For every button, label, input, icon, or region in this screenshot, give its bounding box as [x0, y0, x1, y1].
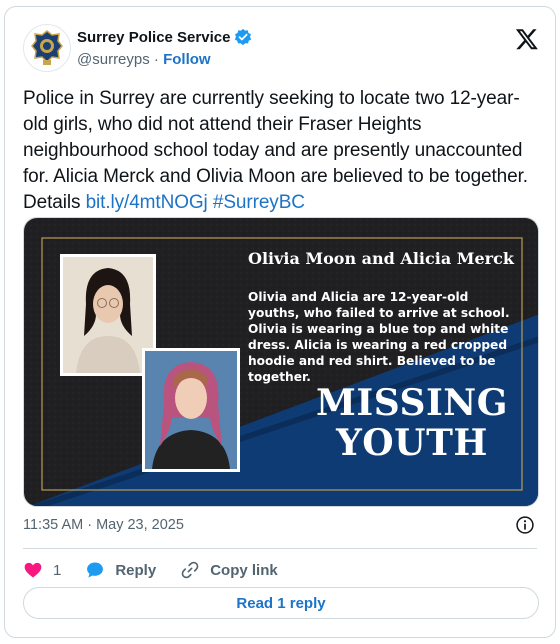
handle-separator: ·: [153, 51, 159, 68]
media-image[interactable]: Olivia Moon and Alicia Merck Olivia and …: [23, 217, 539, 507]
heart-icon: [24, 562, 42, 578]
reply-button[interactable]: Reply: [85, 560, 156, 580]
copy-link-button[interactable]: Copy link: [180, 560, 278, 580]
link-icon: [181, 561, 199, 579]
footer-divider: [23, 548, 537, 549]
copy-link-label: Copy link: [210, 561, 278, 579]
account-handle[interactable]: @surreyps: [77, 51, 150, 68]
action-bar: 1 Reply Copy link: [23, 556, 302, 584]
avatar[interactable]: [23, 24, 71, 72]
tweet-text: Police in Surrey are currently seeking t…: [23, 86, 543, 216]
police-badge-icon: [31, 30, 63, 65]
tweet-link[interactable]: bit.ly/4mtNOGj: [86, 192, 208, 213]
verified-badge-icon: [235, 28, 252, 46]
reply-label: Reply: [115, 561, 157, 579]
missing-youth-banner: MISSING YOUTH: [292, 383, 532, 463]
like-count: 1: [53, 561, 62, 579]
read-replies-button[interactable]: Read 1 reply: [23, 587, 539, 619]
account-display-name[interactable]: Surrey Police Service: [77, 29, 230, 46]
tweet-card: Surrey Police Service @surreyps · Follow…: [4, 6, 556, 638]
x-logo-icon[interactable]: [515, 27, 539, 51]
like-button[interactable]: 1: [23, 560, 61, 580]
handle-row: @surreyps · Follow: [77, 51, 211, 68]
banner-line-2: YOUTH: [336, 422, 488, 464]
banner-line-1: MISSING: [316, 382, 508, 424]
follow-button[interactable]: Follow: [163, 51, 211, 68]
poster-title: Olivia Moon and Alicia Merck: [248, 249, 514, 268]
account-name-row: Surrey Police Service: [77, 28, 252, 46]
reply-bubble-icon: [87, 562, 104, 578]
photo-olivia: [60, 254, 156, 376]
photo-alicia: [142, 348, 240, 472]
info-icon[interactable]: [515, 515, 535, 535]
tweet-hashtag[interactable]: #SurreyBC: [213, 192, 305, 213]
poster-description: Olivia and Alicia are 12-year-old youths…: [248, 290, 510, 384]
tweet-timestamp[interactable]: 11:35 AM · May 23, 2025: [23, 517, 184, 533]
